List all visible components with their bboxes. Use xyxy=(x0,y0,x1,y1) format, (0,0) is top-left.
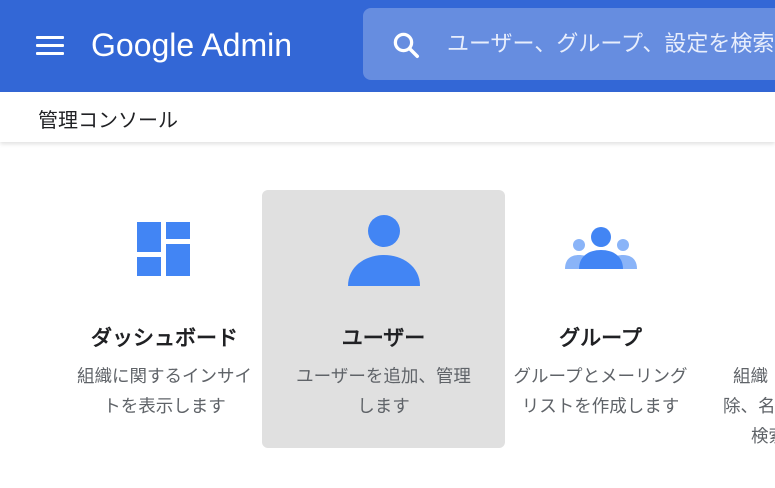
card-description: 組織 除、名 検索 xyxy=(723,367,775,447)
card-dashboard[interactable]: ダッシュボード 組織に関するインサイ トを表示します xyxy=(43,190,286,448)
logo-admin-text: Admin xyxy=(201,27,293,63)
logo-google-text: Google xyxy=(91,27,195,63)
card-groups[interactable]: グループ グループとメーリング リストを作成します xyxy=(479,190,722,448)
search-icon[interactable] xyxy=(391,30,421,60)
top-app-bar: Google Admin xyxy=(0,0,775,92)
breadcrumb-bar: 管理コンソール xyxy=(0,92,775,142)
person-icon xyxy=(262,210,505,290)
card-title: ユーザー xyxy=(341,326,426,350)
card-title: ダッシュボード xyxy=(91,326,238,350)
menu-icon[interactable] xyxy=(34,30,66,62)
card-description: 組織に関するインサイ トを表示します xyxy=(77,367,252,417)
card-users[interactable]: ユーザー ユーザーを追加、管理 します xyxy=(262,190,505,448)
search-box[interactable] xyxy=(363,8,775,80)
group-icon xyxy=(479,210,722,290)
card-title: グループ xyxy=(559,326,642,350)
search-input[interactable] xyxy=(447,26,775,62)
card-description: ユーザーを追加、管理 します xyxy=(296,367,471,417)
card-organization[interactable]: 組織 除、名 検索 xyxy=(719,190,775,448)
google-admin-logo[interactable]: Google Admin xyxy=(91,24,292,66)
card-description: グループとメーリング リストを作成します xyxy=(513,367,688,417)
dashboard-icon xyxy=(43,210,286,290)
page-title: 管理コンソール xyxy=(38,108,178,132)
